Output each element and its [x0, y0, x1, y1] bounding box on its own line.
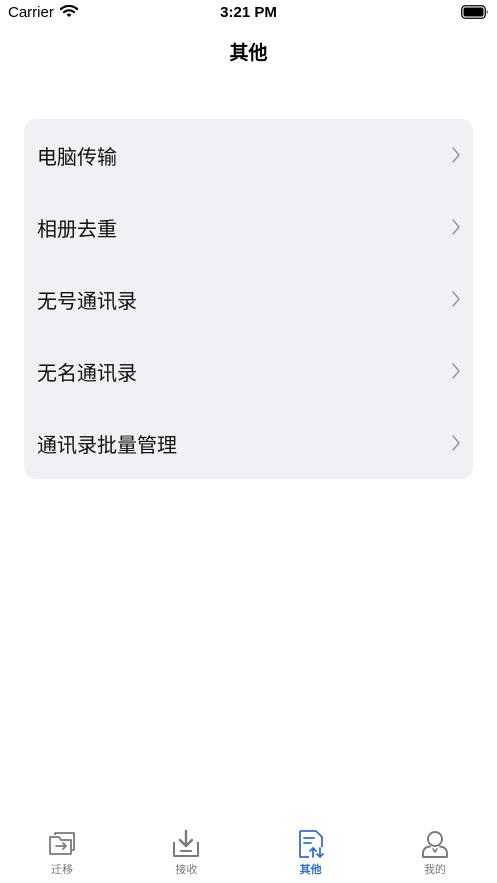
tab-receive[interactable]: 接收	[124, 815, 248, 883]
menu-item-photo-dedupe[interactable]: 相册去重	[24, 191, 473, 263]
menu-item-label: 电脑传输	[37, 144, 117, 169]
tab-mine[interactable]: 我的	[373, 815, 497, 883]
chevron-right-icon	[452, 291, 460, 307]
other-document-icon	[298, 830, 324, 858]
menu-item-contacts-batch[interactable]: 通讯录批量管理	[24, 407, 473, 479]
tab-label: 接收	[175, 863, 198, 876]
menu-item-contacts-no-name[interactable]: 无名通讯录	[24, 335, 473, 407]
person-icon	[421, 831, 448, 858]
battery-icon	[461, 5, 488, 19]
chevron-right-icon	[452, 219, 460, 235]
menu-item-label: 通讯录批量管理	[37, 432, 177, 457]
menu-item-label: 相册去重	[37, 216, 117, 241]
chevron-right-icon	[452, 363, 460, 379]
menu-item-label: 无名通讯录	[37, 360, 137, 385]
status-bar: Carrier 3:21 PM	[0, 0, 497, 26]
chevron-right-icon	[452, 435, 460, 451]
tab-bar: 迁移 接收 其他 我的	[0, 815, 497, 883]
menu-item-label: 无号通讯录	[37, 288, 137, 313]
tab-label: 我的	[423, 863, 446, 876]
menu-item-pc-transfer[interactable]: 电脑传输	[24, 119, 473, 191]
page-title: 其他	[229, 42, 268, 64]
chevron-right-icon	[452, 147, 460, 163]
tab-other[interactable]: 其他	[249, 815, 373, 883]
menu-list: 电脑传输 相册去重 无号通讯录 无名通讯录 通讯录批量管理	[24, 119, 473, 479]
tab-label: 其他	[299, 863, 322, 876]
tab-transfer[interactable]: 迁移	[0, 815, 124, 883]
download-tray-icon	[173, 829, 200, 857]
status-time: 3:21 PM	[220, 4, 277, 21]
tab-label: 迁移	[51, 863, 74, 876]
menu-item-contacts-no-number[interactable]: 无号通讯录	[24, 263, 473, 335]
transfer-icon	[49, 832, 76, 855]
